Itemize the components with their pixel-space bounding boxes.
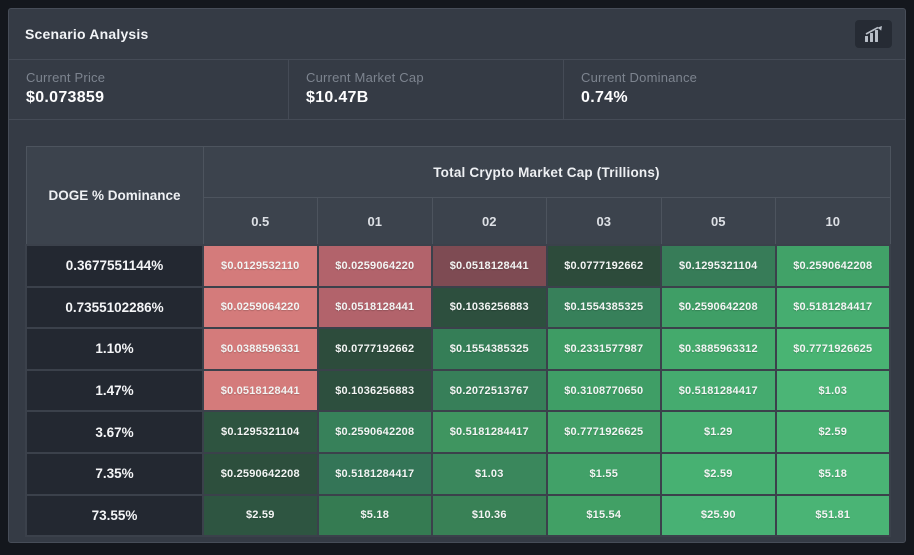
table-row: 73.55% $2.59 $5.18 $10.36 $15.54 $25.90 $51.81 [25,493,891,538]
stat-current-market-cap: Current Market Cap $10.47B [288,60,563,119]
column-header-02: 02 [431,197,547,246]
scenario-price-cell: $1.29 [660,410,777,454]
column-header-03: 03 [546,197,662,246]
table-row: 7.35% $0.2590642208 $0.5181284417 $1.03 $1.5… [25,451,891,496]
scenario-price-cell: $0.5181284417 [316,451,433,496]
column-header-01: 01 [317,197,433,246]
stat-value: $0.073859 [26,89,105,106]
scenario-price-cell: $0.3885963312 [660,327,777,371]
chart-toggle-button[interactable] [855,20,892,48]
scenario-price-cell: $0.2331577987 [545,327,662,371]
column-header-10: 10 [775,197,891,246]
scenario-price-cell: $1.03 [431,451,548,496]
stat-label: Current Market Cap [306,70,424,85]
table-row: 1.10% $0.0388596331 $0.0777192662 $0.155438… [25,327,891,371]
scenario-analysis-panel: Scenario Analysis Current Price $0.07385… [8,8,906,543]
panel-titlebar: Scenario Analysis [9,9,905,60]
table-row: 0.3677551144% $0.0129532110 $0.0259064220 $… [25,244,891,288]
scenario-price-cell: $0.5181284417 [774,285,891,330]
stat-value: $10.47B [306,89,369,106]
scenario-price-cell: $0.5181284417 [660,368,777,413]
scenario-price-cell: $0.3108770650 [545,368,662,413]
scenario-table-wrap: DOGE % Dominance Total Crypto Market Cap… [25,146,891,538]
dominance-row-header: 7.35% [25,451,204,496]
scenario-price-cell: $1.55 [545,451,662,496]
stat-value: 0.74% [581,89,628,106]
scenario-price-cell: $0.0777192662 [316,327,433,371]
dominance-row-header: 1.10% [25,327,204,371]
column-header-05: 05 [660,197,776,246]
dominance-row-header: 3.67% [25,410,204,454]
scenario-price-cell: $10.36 [431,493,548,538]
scenario-price-cell: $1.03 [774,368,891,413]
scenario-price-cell: $5.18 [316,493,433,538]
scenario-price-cell: $15.54 [545,493,662,538]
scenario-price-cell: $0.0518128441 [431,244,548,288]
stat-current-price: Current Price $0.073859 [9,60,288,119]
stat-label: Current Price [26,70,106,85]
scenario-price-cell: $0.2590642208 [660,285,777,330]
scenario-price-cell: $2.59 [202,493,319,538]
scenario-price-cell: $0.2590642208 [202,451,319,496]
scenario-price-cell: $5.18 [774,451,891,496]
scenario-price-cell: $2.59 [660,451,777,496]
current-stats-row: Current Price $0.073859 Current Market C… [9,60,905,120]
scenario-price-cell: $0.0259064220 [316,244,433,288]
scenario-price-cell: $0.1295321104 [660,244,777,288]
scenario-price-cell: $0.1036256883 [316,368,433,413]
dominance-row-header: 1.47% [25,368,204,413]
scenario-price-cell: $0.1554385325 [431,327,548,371]
dominance-row-header: 73.55% [25,493,204,538]
scenario-price-cell: $0.0129532110 [202,244,319,288]
scenario-price-cell: $0.0259064220 [202,285,319,330]
table-row: 0.7355102286% $0.0259064220 $0.0518128441 $… [25,285,891,330]
scenario-price-cell: $2.59 [774,410,891,454]
scenario-price-cell: $0.7771926625 [545,410,662,454]
stat-current-dominance: Current Dominance 0.74% [563,60,905,119]
scenario-price-cell: $0.7771926625 [774,327,891,371]
stat-label: Current Dominance [581,70,698,85]
scenario-price-cell: $0.2590642208 [774,244,891,288]
scenario-price-cell: $0.0518128441 [202,368,319,413]
scenario-price-cell: $0.0388596331 [202,327,319,371]
scenario-price-cell: $0.1554385325 [545,285,662,330]
table-row: 1.47% $0.0518128441 $0.1036256883 $0.207251… [25,368,891,413]
scenario-price-cell: $0.2590642208 [316,410,433,454]
scenario-price-cell: $0.0777192662 [545,244,662,288]
dominance-row-header: 0.3677551144% [25,244,204,288]
scenario-price-cell: $0.2072513767 [431,368,548,413]
scenario-price-cell: $0.1036256883 [431,285,548,330]
row-header-title: DOGE % Dominance [25,146,204,246]
scenario-price-cell: $0.5181284417 [431,410,548,454]
trend-chart-icon [864,26,883,42]
column-group-title: Total Crypto Market Cap (Trillions) [202,146,891,198]
table-row: 3.67% $0.1295321104 $0.2590642208 $0.518128… [25,410,891,454]
scenario-price-cell: $0.1295321104 [202,410,319,454]
scenario-table: DOGE % Dominance Total Crypto Market Cap… [25,146,891,538]
dominance-row-header: 0.7355102286% [25,285,204,330]
column-header-0.5: 0.5 [202,197,318,246]
scenario-price-cell: $51.81 [774,493,891,538]
scenario-price-cell: $25.90 [660,493,777,538]
scenario-price-cell: $0.0518128441 [316,285,433,330]
panel-title: Scenario Analysis [25,26,149,42]
